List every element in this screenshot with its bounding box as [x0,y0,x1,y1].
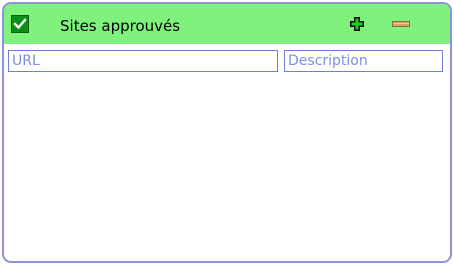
remove-minus-icon [392,21,410,27]
enable-checkbox[interactable] [11,15,29,33]
checkmark-icon [13,18,27,30]
add-site-button[interactable] [349,16,365,32]
table-header: URL Description [8,50,444,72]
panel-header: Sites approuvés [4,4,450,44]
panel-title: Sites approuvés [60,17,181,35]
approved-sites-panel: Sites approuvés URL Description [2,2,452,263]
green-plus-icon [350,17,364,31]
column-header-description[interactable]: Description [284,50,443,72]
column-header-url[interactable]: URL [8,50,278,72]
sites-list[interactable] [8,74,444,254]
remove-site-button[interactable] [391,16,411,32]
